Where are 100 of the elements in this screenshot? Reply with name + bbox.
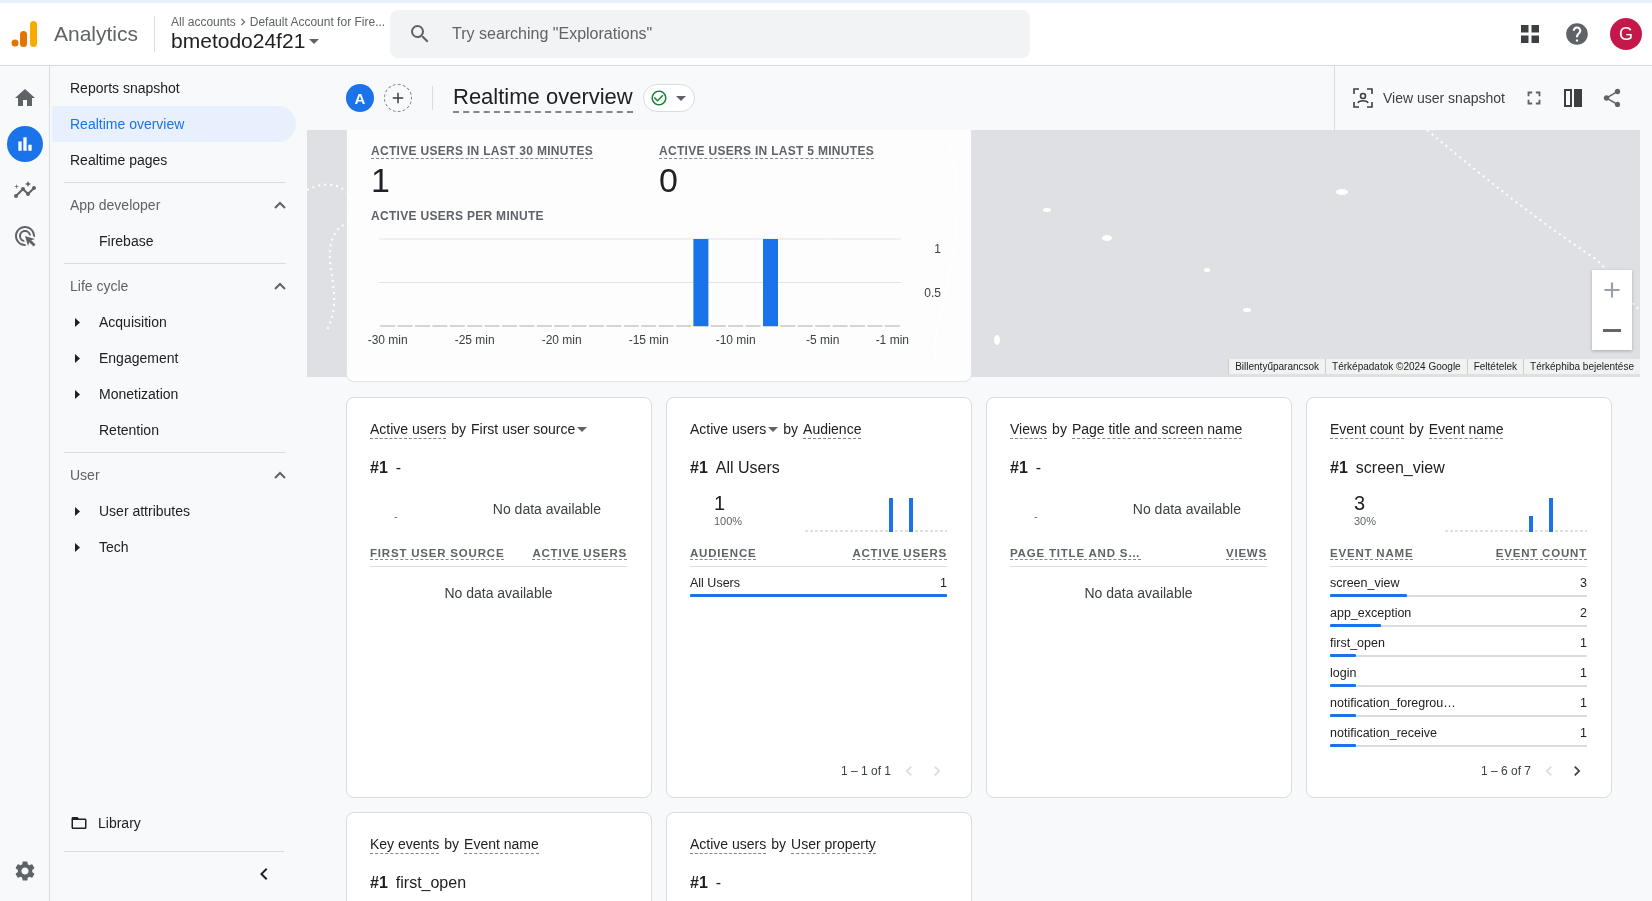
top-item-name: - [1035,459,1042,477]
table-cell: app_exception [1330,606,1412,620]
column-header[interactable]: FIRST USER SOURCE [370,547,505,560]
caret-icon [768,426,779,432]
caret-icon [577,426,588,432]
view-user-snapshot-button[interactable]: View user snapshot [1349,84,1509,112]
section-header[interactable]: App developer [64,187,286,223]
apps-grid-icon [1520,24,1540,44]
breadcrumb-link[interactable]: Default Account for Fire... [249,15,386,29]
title-term-link[interactable]: Views [1010,420,1048,439]
title-word: by [444,835,460,853]
rank-label: #1 [690,874,708,892]
help-icon [1564,21,1590,47]
title-word: by [1408,420,1424,438]
sidebar-item[interactable]: Firebase [64,223,286,259]
title-term-link[interactable]: Event name [464,835,539,854]
map-attribution-link[interactable]: Billentyűparancsok [1228,359,1326,374]
summary-share: 100% [714,514,744,527]
summary-value: 1 [714,491,727,515]
column-header[interactable]: PAGE TITLE AND S… [1010,547,1141,560]
account-avatar[interactable]: G [1610,18,1642,50]
table-cell: 1 [940,576,947,590]
zoom-in-button[interactable] [1592,270,1632,310]
column-header[interactable]: EVENT NAME [1330,547,1414,560]
pagination-label: 1 – 1 of 1 [840,764,891,778]
caret-icon [309,38,320,44]
status-dropdown[interactable] [642,84,695,112]
column-header[interactable]: ACTIVE USERS [532,547,627,560]
title-term-link[interactable]: Event count [1330,420,1404,439]
title-dropdown[interactable]: Active users [690,420,779,438]
title-term-link[interactable]: Event name [1428,420,1504,439]
search-input[interactable]: Try searching "Explorations" [450,24,1013,44]
rank-label: #1 [370,874,388,892]
column-header[interactable]: ACTIVE USERS [852,547,947,560]
nav-rail-button[interactable] [6,126,43,162]
top-item-name: screen_view [1355,459,1445,477]
rank-label: #1 [690,459,708,477]
x-tick-label: -30 min [367,333,408,347]
sidebar-item[interactable]: Retention [64,412,286,448]
summary-share: 30% [1354,514,1378,527]
empty-message: No data available [1132,501,1241,517]
summary-dash: - [394,510,398,522]
sidebar-item[interactable]: Realtime pages [52,142,296,178]
map-attribution-link[interactable]: Feltételek [1466,359,1524,374]
section-header[interactable]: User [64,457,286,493]
table-cell: 3 [1580,576,1587,590]
sidebar-item[interactable]: Tech [64,529,286,565]
metric-label[interactable]: ACTIVE USERS IN LAST 5 MINUTES [659,144,875,159]
cursor-target-icon [12,224,37,248]
sidebar-item[interactable]: Realtime overview [52,106,296,142]
column-header[interactable]: VIEWS [1225,547,1267,560]
title-term-link[interactable]: Active users [690,835,767,854]
map-attribution-link[interactable]: Térképhiba bejelentése [1523,359,1640,374]
table-cell: 1 [1580,636,1587,650]
rank-label: #1 [1330,459,1348,477]
caret-icon [675,95,686,101]
x-tick-label: -20 min [541,333,582,347]
title-term-link[interactable]: Audience [803,420,862,439]
title-term-link[interactable]: Page title and screen name [1071,420,1243,439]
title-word: by [771,835,787,853]
top-item-name: All Users [715,459,780,477]
split-columns-icon [1562,88,1583,108]
chevron-up-icon [274,471,286,479]
zoom-out-button[interactable] [1592,310,1632,350]
pagination-label: 1 – 6 of 7 [1480,764,1531,778]
table-cell: notification_receive [1330,726,1437,740]
table-cell: 1 [1580,726,1587,740]
x-tick-label: -5 min [806,333,840,347]
summary-value: 3 [1354,491,1367,515]
x-tick-label: -1 min [875,333,909,347]
y-tick-label: 1 [934,242,941,256]
sidebar-item[interactable]: Reports snapshot [52,70,296,106]
chevron-up-icon [274,282,286,290]
table-cell: 2 [1580,606,1587,620]
title-term-link[interactable]: Key events [370,835,440,854]
chevron-up-icon [274,201,286,209]
sidebar-item[interactable]: User attributes [64,493,286,529]
search-field[interactable]: Try searching "Explorations" [390,10,1031,58]
metric-label[interactable]: ACTIVE USERS IN LAST 30 MINUTES [371,144,593,159]
table-cell: first_open [1330,636,1385,650]
table-cell: screen_view [1330,576,1400,590]
comparison-avatar[interactable]: A [346,84,374,112]
column-header[interactable]: AUDIENCE [690,547,757,560]
title-word: by [1052,420,1067,438]
map-attribution-link[interactable]: Térképadatok ©2024 Google [1325,359,1467,374]
folder-icon [70,814,88,832]
property-selector[interactable]: bmetodo24f21 [171,29,391,53]
column-header[interactable]: EVENT COUNT [1495,547,1587,560]
section-header[interactable]: Life cycle [64,268,286,304]
library-link[interactable]: Library [52,805,300,841]
breadcrumb-link[interactable]: All accounts [171,15,236,29]
title-term-link[interactable]: User property [791,835,876,854]
title-term-link[interactable]: Active users [370,420,447,439]
sidebar-item[interactable]: Engagement [64,340,286,376]
sidebar-item[interactable]: Monetization [64,376,286,412]
sidebar-item[interactable]: Acquisition [64,304,286,340]
title-dropdown[interactable]: First user source [471,420,588,438]
title-word: by [783,420,799,438]
empty-message: No data available [492,501,601,517]
table-cell: 1 [1580,696,1587,710]
